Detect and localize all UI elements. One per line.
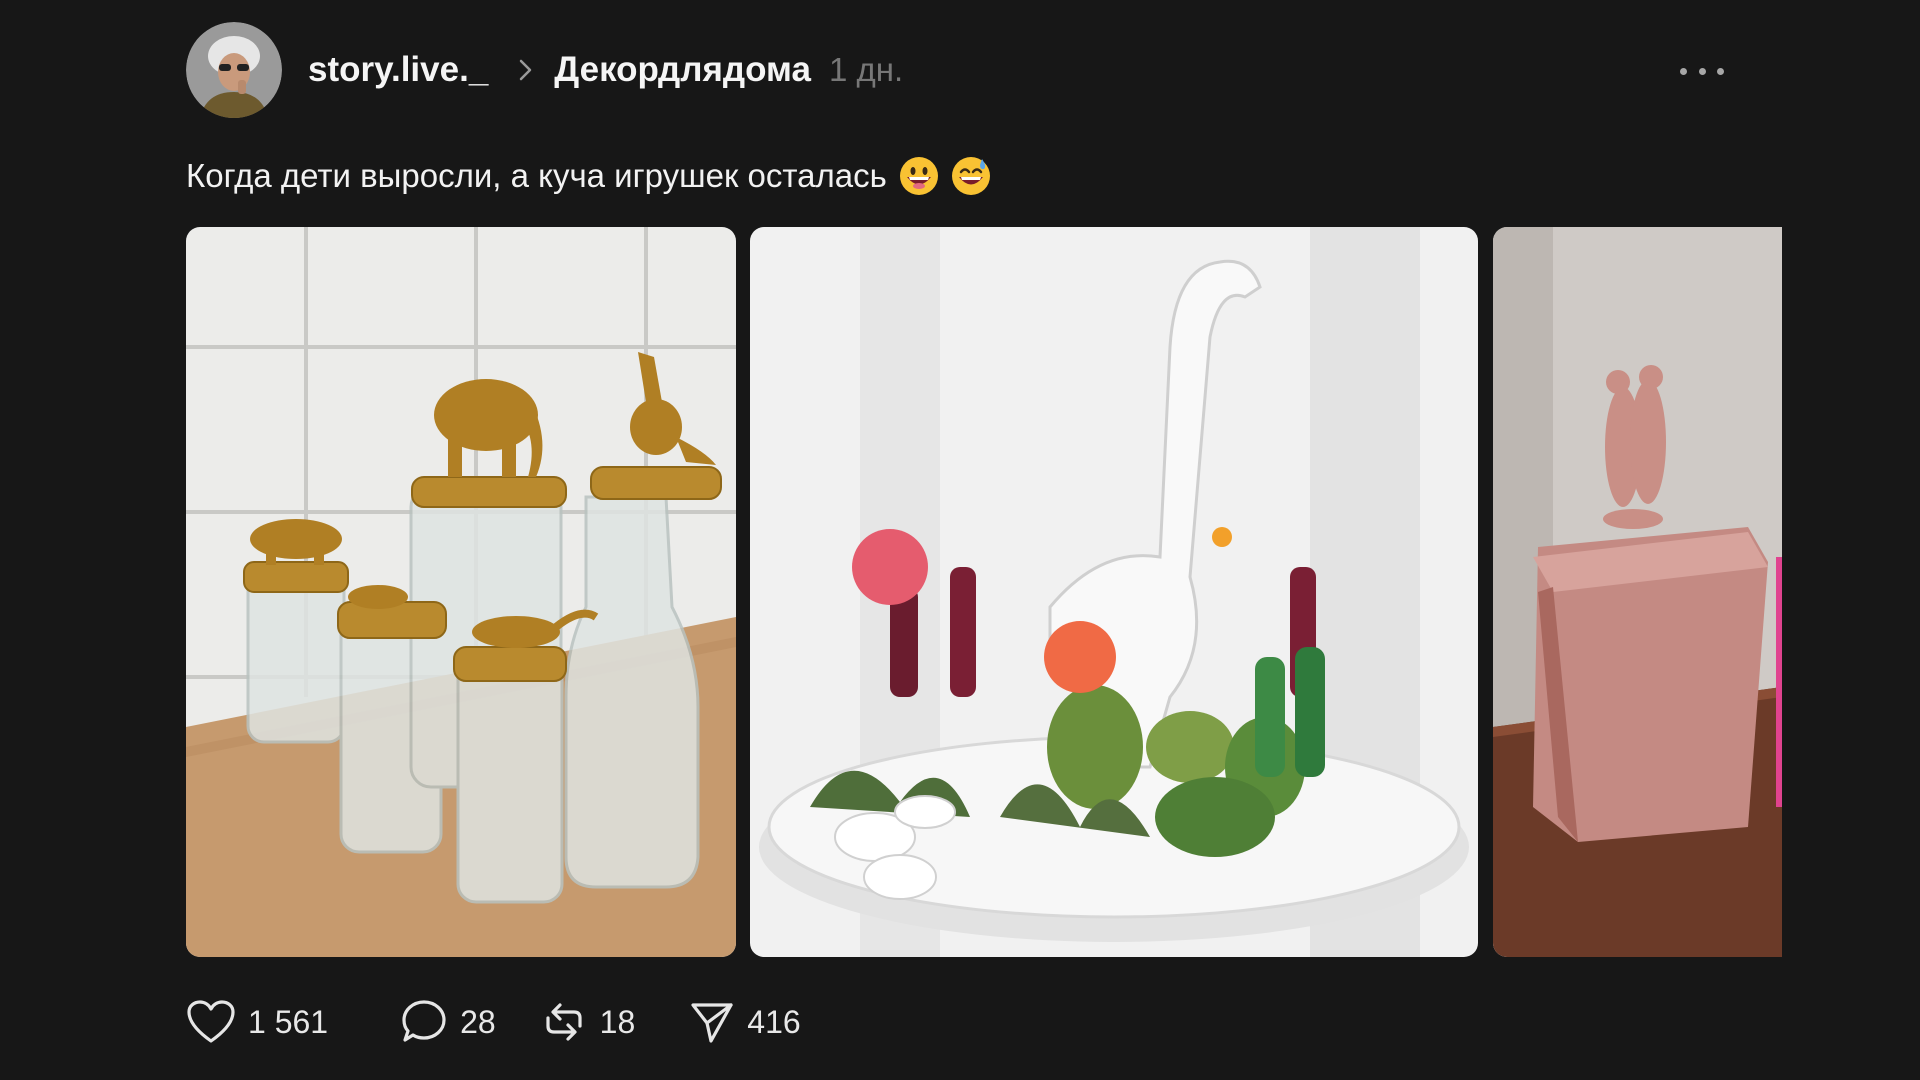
chevron-right-icon [512, 57, 538, 83]
gallery-photo-jars[interactable] [186, 227, 736, 957]
grinning-face-emoji [899, 156, 939, 196]
gallery-photo-dinosaur[interactable] [750, 227, 1478, 957]
post-timestamp: 1 дн. [828, 51, 904, 88]
like-button[interactable]: 1 561 [186, 999, 328, 1045]
grinning-sweat-emoji [951, 156, 991, 196]
share-button[interactable]: 416 [689, 999, 801, 1045]
post-actions: 1 561 28 18 416 [186, 992, 801, 1052]
username-link[interactable]: story.live._ [308, 50, 488, 90]
more-dots-icon[interactable] [1680, 54, 1724, 88]
community-link[interactable]: Декордлядома [554, 50, 811, 90]
comment-button[interactable]: 28 [400, 998, 496, 1046]
send-icon [689, 999, 735, 1045]
post-header: story.live._ Декордлядома 1 дн. [186, 22, 903, 118]
repost-icon [540, 998, 588, 1046]
post-text-content: Когда дети выросли, а куча игрушек остал… [186, 157, 887, 194]
photo-gallery[interactable] [186, 227, 1782, 957]
share-count: 416 [747, 1003, 801, 1040]
comment-bubble-icon [400, 998, 448, 1046]
repost-count: 18 [599, 1003, 636, 1040]
like-count: 1 561 [248, 1003, 329, 1040]
repost-button[interactable]: 18 [540, 998, 636, 1046]
gallery-photo-tin[interactable] [1493, 227, 1782, 957]
post-text: Когда дети выросли, а куча игрушек остал… [186, 156, 991, 196]
heart-icon [186, 999, 236, 1045]
comment-count: 28 [460, 1003, 496, 1040]
avatar[interactable] [186, 22, 282, 118]
